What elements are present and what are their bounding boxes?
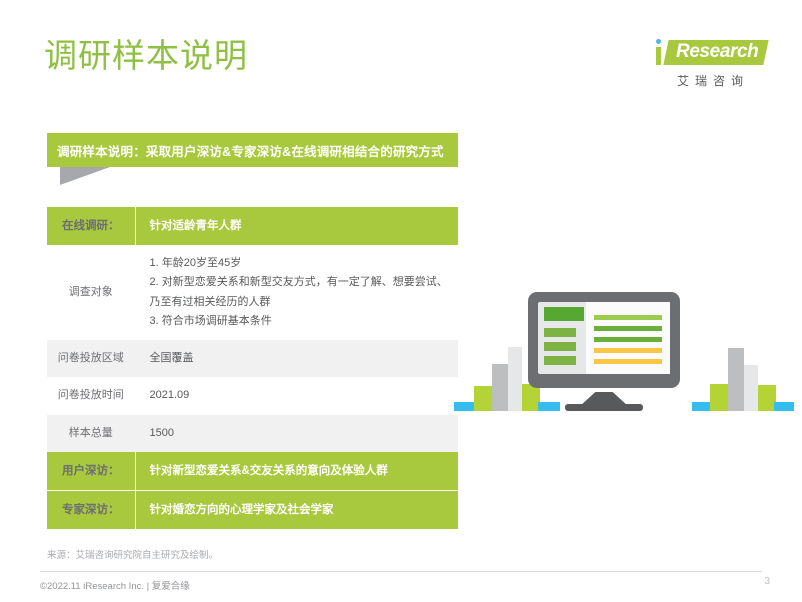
screen-line-2 xyxy=(594,326,662,331)
footer-divider xyxy=(40,571,762,572)
table-row-key: 专家深访： xyxy=(47,491,135,530)
banner-pointer-icon xyxy=(60,167,110,185)
bar-left-6 xyxy=(538,402,560,411)
table-row-key: 调查对象 xyxy=(47,245,135,340)
screen-sidebar-block-1 xyxy=(544,307,584,321)
table-row-key: 用户深访： xyxy=(47,452,135,491)
logo-dot-icon xyxy=(656,39,661,44)
desktop-monitor-illustration xyxy=(452,292,792,417)
bar-left-3 xyxy=(492,364,508,411)
table-row: 问卷投放时间2021.09 xyxy=(47,377,458,414)
table-row-value: 针对适龄青年人群 xyxy=(135,207,458,245)
screen-sidebar-block-4 xyxy=(544,356,576,365)
slide-canvas: 调研样本说明 Research 艾瑞咨询 调研样本说明：采取用户深访&专家深访&… xyxy=(0,0,802,602)
table-row: 问卷投放区域全国覆盖 xyxy=(47,340,458,377)
page-number: 3 xyxy=(764,576,770,587)
table-row-key: 问卷投放区域 xyxy=(47,340,135,377)
bar-left-2 xyxy=(474,386,492,411)
table-row-key: 在线调研： xyxy=(47,207,135,245)
logo-wordmark: Research xyxy=(676,41,758,63)
bar-right-2 xyxy=(710,384,728,411)
section-banner-text: 调研样本说明：采取用户深访&专家深访&在线调研相结合的研究方式 xyxy=(47,141,444,160)
table-row-value: 针对婚恋方向的心理学家及社会学家 xyxy=(135,491,458,530)
monitor-stand-base xyxy=(565,404,643,411)
sample-info-table: 在线调研：针对适龄青年人群调查对象1. 年龄20岁至45岁 2. 对新型恋爱关系… xyxy=(47,207,458,529)
table-row-value: 1. 年龄20岁至45岁 2. 对新型恋爱关系和新型交友方式，有一定了解、想要尝… xyxy=(135,245,458,340)
logo-mark: Research xyxy=(654,38,766,68)
bar-right-3 xyxy=(728,348,744,411)
page-title: 调研样本说明 xyxy=(44,36,248,76)
iresearch-logo: Research 艾瑞咨询 xyxy=(654,38,766,89)
sample-info-table-body: 在线调研：针对适龄青年人群调查对象1. 年龄20岁至45岁 2. 对新型恋爱关系… xyxy=(47,207,458,529)
table-row: 在线调研：针对适龄青年人群 xyxy=(47,207,458,245)
table-row-value: 1500 xyxy=(135,415,458,452)
table-row: 调查对象1. 年龄20岁至45岁 2. 对新型恋爱关系和新型交友方式，有一定了解… xyxy=(47,245,458,340)
footer-copyright: ©2022.11 iResearch Inc. | 复爱合缘 xyxy=(40,578,190,592)
table-row-value: 全国覆盖 xyxy=(135,340,458,377)
screen-line-4 xyxy=(594,348,662,353)
section-banner: 调研样本说明：采取用户深访&专家深访&在线调研相结合的研究方式 xyxy=(47,133,458,167)
screen-line-1 xyxy=(594,315,662,320)
source-note: 来源：艾瑞咨询研究院自主研究及绘制。 xyxy=(47,547,218,561)
screen-line-5 xyxy=(594,359,662,364)
table-row: 样本总量1500 xyxy=(47,415,458,452)
logo-i-stem-icon xyxy=(656,47,661,65)
screen-sidebar-block-3 xyxy=(544,342,576,351)
table-row-value: 针对新型恋爱关系&交友关系的意向及体验人群 xyxy=(135,452,458,491)
bar-right-4 xyxy=(744,365,758,411)
bar-left-4 xyxy=(508,347,522,411)
table-row-key: 样本总量 xyxy=(47,415,135,452)
table-row: 专家深访：针对婚恋方向的心理学家及社会学家 xyxy=(47,491,458,530)
table-row-value: 2021.09 xyxy=(135,377,458,414)
screen-sidebar-block-2 xyxy=(544,328,576,337)
screen-line-3 xyxy=(594,337,662,342)
table-row-key: 问卷投放时间 xyxy=(47,377,135,414)
logo-chinese-name: 艾瑞咨询 xyxy=(654,72,766,89)
bar-right-6 xyxy=(774,402,794,411)
bar-left-1 xyxy=(454,402,476,411)
table-row: 用户深访：针对新型恋爱关系&交友关系的意向及体验人群 xyxy=(47,452,458,491)
